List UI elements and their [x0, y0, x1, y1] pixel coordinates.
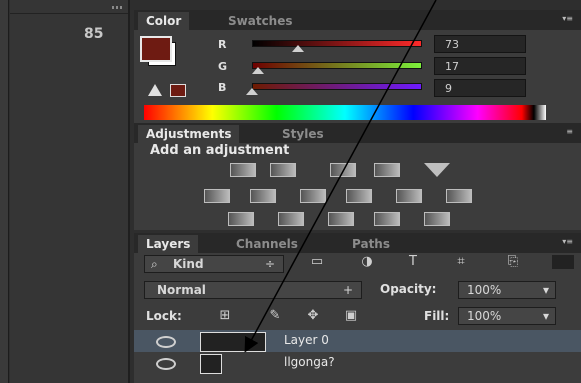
tab-swatches[interactable]: Swatches — [220, 12, 301, 30]
shape-filter-icon[interactable]: ⌗ — [450, 255, 472, 269]
b-slider-track[interactable] — [252, 83, 422, 90]
slider-label-r: R — [218, 38, 227, 51]
exposure-icon[interactable] — [374, 163, 400, 177]
divider — [10, 13, 128, 14]
layer-row-layer-0[interactable]: Layer 0 — [134, 330, 581, 352]
vibrance-icon[interactable] — [204, 189, 230, 203]
eye-icon[interactable] — [156, 358, 176, 370]
collapsed-panel-column: 85 — [10, 0, 130, 383]
layers-panel: Layers Channels Paths ▾≡ ⌕ Kind ÷ ▭ ◑ T … — [134, 233, 581, 383]
slider-label-b: B — [218, 81, 227, 94]
panel-grip[interactable] — [112, 6, 124, 9]
pixel-filter-icon[interactable]: ▭ — [306, 255, 328, 269]
layer-name[interactable]: Layer 0 — [284, 333, 329, 347]
tab-color[interactable]: Color — [138, 12, 190, 30]
tab-styles[interactable]: Styles — [274, 125, 332, 143]
color-balance-icon[interactable] — [300, 189, 326, 203]
tab-channels[interactable]: Channels — [228, 235, 306, 253]
opacity-field[interactable]: 100% ▾ — [458, 281, 556, 299]
lock-position-icon[interactable]: ✥ — [302, 309, 324, 323]
r-slider-thumb[interactable] — [292, 45, 304, 52]
r-value-field[interactable]: 73 — [434, 35, 526, 53]
color-tabbar: Color Swatches ▾≡ — [134, 10, 581, 30]
opacity-value: 100% — [467, 283, 502, 297]
r-slider-track[interactable] — [252, 40, 422, 47]
lock-transparent-icon[interactable]: ⊞ — [214, 309, 236, 323]
layer-row-llgonga[interactable]: llgonga? — [134, 352, 581, 374]
type-filter-icon[interactable]: T — [402, 255, 424, 269]
gradient-map-icon[interactable] — [424, 212, 450, 226]
adjustment-filter-icon[interactable]: ◑ — [356, 255, 378, 269]
collapsed-panel-icon[interactable]: 85 — [84, 26, 103, 42]
blend-mode-select[interactable]: Normal + — [144, 281, 362, 299]
channel-mixer-icon[interactable] — [446, 189, 472, 203]
layers-tabbar: Layers Channels Paths ▾≡ — [134, 233, 581, 253]
fill-label: Fill: — [424, 309, 450, 323]
g-slider-track[interactable] — [252, 62, 422, 69]
kind-filter-select[interactable]: ⌕ Kind ÷ — [144, 255, 284, 273]
opacity-label: Opacity: — [380, 282, 437, 296]
black-white-icon[interactable] — [346, 189, 372, 203]
lock-image-icon[interactable]: ✎ — [264, 309, 286, 323]
slider-label-g: G — [218, 60, 228, 73]
eye-icon[interactable] — [156, 336, 176, 348]
panel-menu-icon[interactable]: ≡ — [557, 128, 573, 136]
adjustments-tabbar: Adjustments Styles ≡ — [134, 123, 581, 143]
layer-thumbnail — [200, 332, 266, 352]
fill-field[interactable]: 100% ▾ — [458, 307, 556, 325]
color-spectrum-ramp[interactable] — [144, 105, 546, 120]
triangle-icon[interactable] — [424, 163, 450, 177]
layer-name[interactable]: llgonga? — [284, 355, 335, 369]
adjustments-heading: Add an adjustment — [150, 143, 290, 158]
curves-icon[interactable] — [330, 163, 356, 177]
gamut-color-swatch[interactable] — [170, 84, 186, 97]
tab-adjustments[interactable]: Adjustments — [138, 125, 240, 143]
brightness-contrast-icon[interactable] — [230, 163, 256, 177]
g-slider-thumb[interactable] — [252, 67, 264, 74]
adjustments-panel: Adjustments Styles ≡ Add an adjustment — [134, 123, 581, 230]
chevron-down-icon: + — [342, 283, 353, 297]
kind-label: Kind — [173, 257, 204, 271]
invert-icon[interactable] — [228, 212, 254, 226]
lock-all-icon[interactable]: ▣ — [340, 309, 362, 323]
panel-menu-icon[interactable]: ▾≡ — [557, 238, 573, 246]
panel-menu-icon[interactable]: ▾≡ — [557, 15, 573, 23]
levels-icon[interactable] — [270, 163, 296, 177]
b-value-field[interactable]: 9 — [434, 79, 526, 97]
search-icon: ⌕ — [151, 257, 158, 271]
blend-mode-value: Normal — [157, 283, 206, 297]
lock-label: Lock: — [146, 309, 182, 323]
g-value-field[interactable]: 17 — [434, 57, 526, 75]
chevron-down-icon: ▾ — [542, 283, 549, 297]
foreground-color-swatch[interactable] — [140, 36, 172, 62]
layer-thumbnail — [200, 354, 222, 374]
b-slider-thumb[interactable] — [246, 88, 258, 95]
tab-paths[interactable]: Paths — [344, 235, 398, 253]
left-edge-strip — [0, 0, 9, 383]
hue-saturation-icon[interactable] — [250, 189, 276, 203]
filter-toggle-icon[interactable] — [552, 255, 574, 269]
posterize-icon[interactable] — [278, 212, 304, 226]
threshold-icon[interactable] — [328, 212, 354, 226]
photoshop-panels: 85 Color Swatches ▾≡ R 73 G 17 B 9 Adjus… — [0, 0, 581, 383]
color-panel: Color Swatches ▾≡ R 73 G 17 B 9 — [134, 10, 581, 123]
gamut-warning-icon[interactable] — [148, 84, 162, 96]
chevron-down-icon: ÷ — [264, 257, 275, 271]
photo-filter-icon[interactable] — [396, 189, 422, 203]
smart-object-filter-icon[interactable]: ⎘ — [502, 255, 524, 269]
selective-color-icon[interactable] — [374, 212, 400, 226]
tab-layers[interactable]: Layers — [138, 235, 199, 253]
fill-value: 100% — [467, 309, 502, 323]
chevron-down-icon: ▾ — [542, 309, 549, 323]
